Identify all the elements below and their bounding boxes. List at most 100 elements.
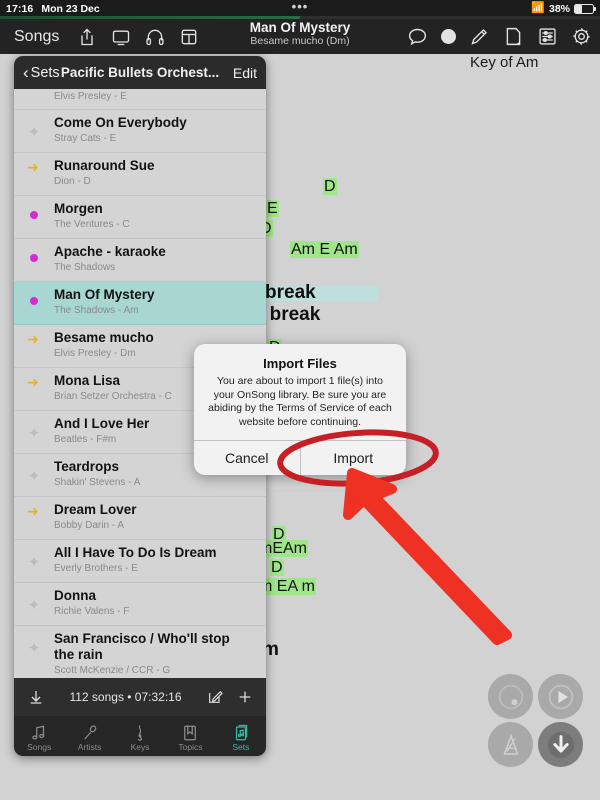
back-chevron-icon[interactable]: ‹ <box>23 64 29 81</box>
song-name: Man Of Mystery <box>54 287 155 302</box>
list-item[interactable]: ✦ San Francisco / Who'll stop the rain S… <box>14 626 266 678</box>
song-artist: Dion - D <box>54 176 91 187</box>
library-tab-bar[interactable]: Songs Artists Keys Topics Sets <box>14 716 266 756</box>
song-artist: Scott McKenzie / CCR - G <box>54 665 171 676</box>
star-icon: ✦ <box>27 468 41 485</box>
tab-topics[interactable]: Topics <box>165 720 215 752</box>
chord-line: Am E Am <box>290 241 359 258</box>
status-bar: 17:16 Mon 23 Dec ••• 📶 38% <box>0 0 600 17</box>
song-name: Apache - karaoke <box>54 244 166 259</box>
song-artist: The Shadows <box>54 262 116 273</box>
clef-icon <box>115 720 165 742</box>
tab-label: Songs <box>27 742 52 752</box>
tab-sets[interactable]: Sets <box>216 720 266 752</box>
capo-button[interactable] <box>488 674 533 719</box>
battery-icon <box>574 3 597 14</box>
row-marker <box>14 89 54 99</box>
wifi-icon: 📶 <box>531 2 545 14</box>
dot-icon <box>30 297 38 305</box>
list-item[interactable]: Dream Lover Bobby Darin - A <box>14 497 266 540</box>
list-item-selected[interactable]: Man Of Mystery The Shadows - Am <box>14 282 266 325</box>
list-item[interactable]: ✦ Come On Everybody Stray Cats - E <box>14 110 266 153</box>
chat-bubble-icon[interactable] <box>407 26 428 47</box>
chord-line: E <box>266 200 279 217</box>
multitask-dots[interactable]: ••• <box>292 0 309 14</box>
download-icon[interactable] <box>28 689 44 705</box>
row-marker <box>14 201 54 219</box>
row-marker <box>14 373 54 391</box>
display-icon[interactable] <box>111 27 131 47</box>
dialog-buttons: Cancel Import <box>194 440 406 475</box>
song-key-label: Key of Am <box>470 54 539 71</box>
row-marker: ✦ <box>14 631 54 656</box>
top-toolbar: Songs Man Of Mystery Besame mucho (Dm) <box>0 19 600 54</box>
battery-percent: 38% <box>548 2 570 15</box>
list-item[interactable]: Apache - karaoke The Shadows <box>14 239 266 282</box>
row-marker: ✦ <box>14 588 54 613</box>
song-artist: Richie Valens - F <box>54 606 130 617</box>
row-marker <box>14 330 54 348</box>
song-name: Runaround Sue <box>54 158 155 173</box>
sidebar-back-label[interactable]: Sets <box>31 65 60 81</box>
tab-songs[interactable]: Songs <box>14 720 64 752</box>
star-icon: ✦ <box>27 554 41 571</box>
row-marker <box>14 158 54 176</box>
tab-artists[interactable]: Artists <box>64 720 114 752</box>
page-icon[interactable] <box>503 26 524 47</box>
song-artist: The Ventures - C <box>54 219 130 230</box>
compose-icon[interactable] <box>207 689 223 705</box>
lyric-line: break <box>265 282 316 303</box>
section-highlight-bar-2 <box>258 474 378 489</box>
song-name: Donna <box>54 588 96 603</box>
gear-icon[interactable] <box>571 26 592 47</box>
cancel-button[interactable]: Cancel <box>194 441 300 475</box>
dot-icon <box>30 254 38 262</box>
chord-line: D <box>323 178 337 195</box>
tab-keys[interactable]: Keys <box>115 720 165 752</box>
song-name: Come On Everybody <box>54 115 187 130</box>
song-artist: Stray Cats - E <box>54 133 117 144</box>
song-name: Morgen <box>54 201 103 216</box>
list-item[interactable]: Morgen The Ventures - C <box>14 196 266 239</box>
play-button[interactable] <box>538 674 583 719</box>
row-marker <box>14 287 54 305</box>
library-info-bar: 112 songs • 07:32:16 <box>14 678 266 716</box>
star-icon: ✦ <box>27 640 41 657</box>
mixer-icon[interactable] <box>537 26 558 47</box>
record-dot-icon[interactable] <box>441 29 456 44</box>
app-screen: 17:16 Mon 23 Dec ••• 📶 38% Key of Am D E… <box>0 0 600 800</box>
capo-circle-icon <box>497 683 525 711</box>
download-arrow-icon <box>546 730 576 760</box>
list-item[interactable]: ✦ Donna Richie Valens - F <box>14 583 266 626</box>
metronome-button[interactable] <box>488 722 533 767</box>
dot-icon <box>30 211 38 219</box>
tab-label: Keys <box>130 742 150 752</box>
row-marker: ✦ <box>14 416 54 441</box>
layout-icon[interactable] <box>179 27 199 47</box>
song-artist: Shakin' Stevens - A <box>54 477 141 488</box>
import-files-dialog: Import Files You are about to import 1 f… <box>194 344 406 475</box>
songs-back-button[interactable]: Songs <box>14 28 59 46</box>
status-time: 17:16 <box>6 2 34 15</box>
tab-label: Sets <box>232 742 250 752</box>
headphones-icon[interactable] <box>145 27 165 47</box>
row-marker <box>14 502 54 520</box>
song-artist: Everly Brothers - E <box>54 563 138 574</box>
pencil-icon[interactable] <box>469 26 490 47</box>
list-item[interactable]: Elvis Presley - E <box>14 89 266 110</box>
sidebar-edit-button[interactable]: Edit <box>233 65 257 81</box>
song-artist: Bobby Darin - A <box>54 520 125 531</box>
download-button[interactable] <box>538 722 583 767</box>
sets-icon <box>216 720 266 742</box>
star-icon: ✦ <box>27 597 41 614</box>
info-bar-actions <box>207 689 253 705</box>
status-date: Mon 23 Dec <box>41 2 100 15</box>
tab-label: Artists <box>77 742 102 752</box>
list-item[interactable]: Runaround Sue Dion - D <box>14 153 266 196</box>
chord-line: D <box>270 559 284 576</box>
dialog-title: Import Files <box>263 356 337 371</box>
share-icon[interactable] <box>77 27 97 47</box>
plus-icon[interactable] <box>237 689 253 705</box>
list-item[interactable]: ✦ All I Have To Do Is Dream Everly Broth… <box>14 540 266 583</box>
import-button[interactable]: Import <box>299 441 407 475</box>
